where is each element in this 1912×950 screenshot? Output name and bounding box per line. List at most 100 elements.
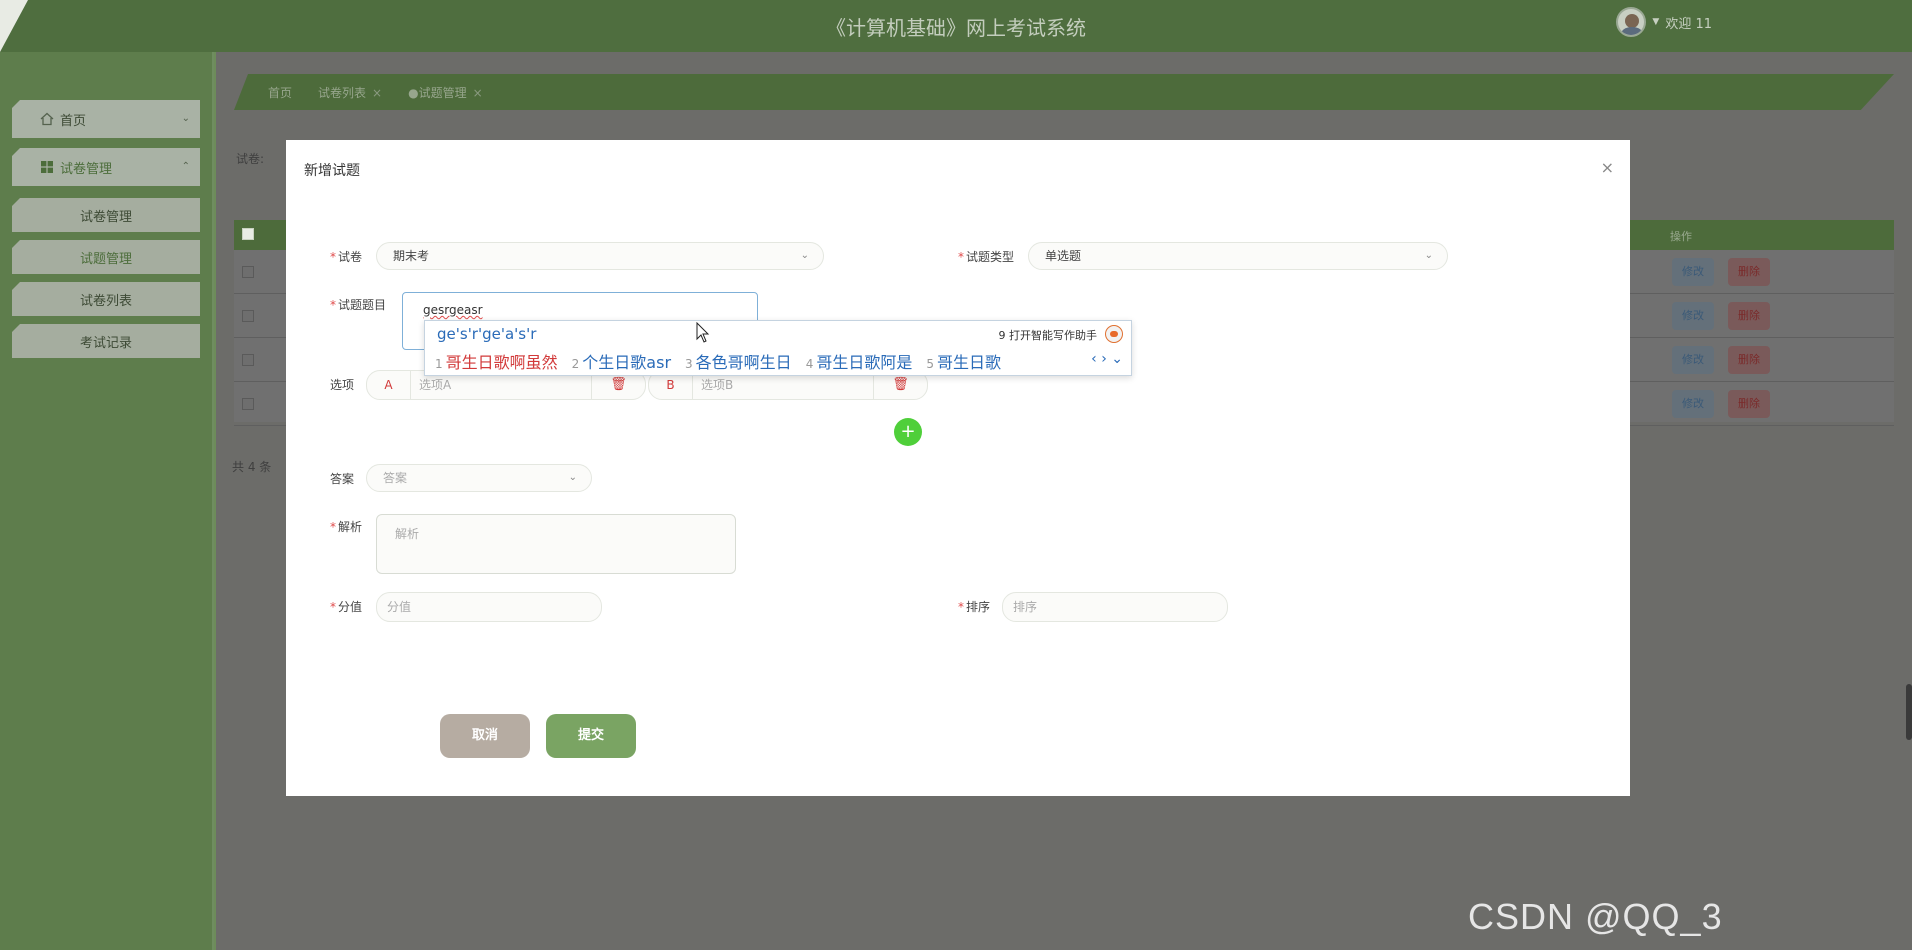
sidebar-subitem-paper-management[interactable]: 试卷管理 [12, 198, 200, 232]
paper-label-text: 试卷 [338, 250, 363, 264]
sidebar: 首页 ⌄ 试卷管理 ⌃ 试卷管理 试题管理 试卷列表 考试记录 [0, 52, 214, 950]
chevron-down-icon: ⌄ [1424, 250, 1433, 261]
ime-candidate[interactable]: 4 哥生日歌阿是 [806, 349, 913, 373]
tab-label: 试卷列表 [318, 85, 367, 100]
sidebar-subitem-label: 试卷列表 [79, 293, 132, 309]
watermark: CSDN @QQ_3 [1468, 896, 1723, 937]
tab-bar: 首页 试卷列表 × ●试题管理 × [234, 74, 1894, 110]
required-mark: * [330, 600, 336, 614]
close-icon[interactable]: × [372, 86, 382, 100]
delete-button[interactable]: 删除 [1728, 258, 1770, 286]
add-option-button[interactable]: + [894, 418, 922, 446]
question-type-select[interactable]: 单选题 ⌄ [1028, 242, 1448, 270]
sidebar-item-paper-management[interactable]: 试卷管理 ⌃ [12, 148, 200, 186]
required-mark: * [958, 250, 964, 264]
sidebar-item-home[interactable]: 首页 ⌄ [12, 100, 200, 138]
analysis-placeholder: 解析 [395, 527, 420, 541]
candidate-text: 个生日歌asr [582, 353, 672, 372]
row-checkbox[interactable] [242, 266, 254, 278]
filter-label: 试卷: [236, 152, 265, 166]
sidebar-subitem-label: 试题管理 [79, 251, 132, 267]
select-all-checkbox[interactable] [242, 228, 254, 240]
analysis-textarea[interactable]: 解析 [376, 514, 736, 574]
close-icon[interactable]: × [473, 86, 483, 100]
ime-candidate[interactable]: 1 哥生日歌啊虽然 [435, 349, 558, 373]
candidate-text: 哥生日歌 [936, 353, 1001, 372]
chevron-down-icon: ⌄ [181, 113, 190, 124]
required-mark: * [330, 298, 336, 312]
candidate-number: 1 [435, 357, 443, 371]
sidebar-subitem-exam-records[interactable]: 考试记录 [12, 324, 200, 358]
score-label-text: 分值 [338, 600, 363, 614]
scrollbar[interactable] [1906, 684, 1912, 740]
option-a-letter: A [367, 371, 411, 399]
paper-select[interactable]: 期末考 ⌄ [376, 242, 824, 270]
question-title-label: * 试题题目 [330, 296, 386, 313]
question-type-label: * 试题类型 [958, 248, 1014, 265]
ime-candidate[interactable]: 5 哥生日歌 [926, 349, 1001, 373]
top-header: 《计算机基础》网上考试系统 ▼ 欢迎 11 [0, 0, 1912, 52]
answer-select[interactable]: 答案 ⌄ [366, 464, 592, 492]
candidate-text: 哥生日歌啊虽然 [445, 353, 558, 372]
question-type-label-text: 试题类型 [966, 250, 1015, 264]
paper-label: * 试卷 [330, 248, 362, 265]
row-checkbox[interactable] [242, 354, 254, 366]
ime-composition: ge's'r'ge'a's'r [437, 325, 537, 343]
delete-button[interactable]: 删除 [1728, 390, 1770, 418]
required-mark: * [330, 520, 336, 534]
ime-candidates: 1 哥生日歌啊虽然 2 个生日歌asr 3 各色哥啊生日 4 哥生日歌阿是 5 哥生日歌 [435, 349, 1001, 373]
candidate-number: 4 [805, 357, 814, 371]
score-input[interactable]: 分值 [376, 592, 602, 622]
edit-button[interactable]: 修改 [1672, 302, 1714, 330]
question-title-label-text: 试题题目 [338, 298, 387, 312]
ime-logo-icon[interactable] [1105, 325, 1123, 343]
paper-select-value: 期末考 [393, 249, 430, 263]
sidebar-subitem-question-management[interactable]: 试题管理 [12, 240, 200, 274]
chevron-up-icon: ⌃ [181, 161, 190, 172]
cancel-button[interactable]: 取消 [440, 714, 530, 758]
tab-home[interactable]: 首页 [268, 84, 292, 101]
delete-button[interactable]: 删除 [1728, 346, 1770, 374]
edit-button[interactable]: 修改 [1672, 258, 1714, 286]
answer-label: 答案 [330, 472, 355, 486]
ime-assistant-hint[interactable]: 9 打开智能写作助手 [999, 327, 1098, 343]
ime-page-nav[interactable]: ‹ › ⌄ [1091, 351, 1123, 367]
question-type-value: 单选题 [1045, 249, 1082, 263]
ime-candidate[interactable]: 2 个生日歌asr [572, 349, 671, 373]
edit-button[interactable]: 修改 [1672, 346, 1714, 374]
answer-placeholder: 答案 [383, 471, 408, 485]
tab-paper-list[interactable]: 试卷列表 × [318, 84, 382, 101]
delete-button[interactable]: 删除 [1728, 302, 1770, 330]
sidebar-subitem-paper-list[interactable]: 试卷列表 [12, 282, 200, 316]
avatar[interactable] [1616, 7, 1647, 37]
order-label-text: 排序 [966, 600, 991, 614]
order-input[interactable]: 排序 [1002, 592, 1228, 622]
chevron-down-icon: ⌄ [568, 472, 577, 483]
ime-candidate[interactable]: 3 各色哥啊生日 [685, 349, 792, 373]
user-menu[interactable]: ▼ 欢迎 11 [1616, 7, 1712, 37]
submit-button[interactable]: 提交 [546, 714, 636, 758]
home-icon [40, 112, 54, 126]
chevron-down-icon: ▼ [1652, 17, 1660, 27]
sidebar-item-label: 首页 [60, 113, 87, 129]
score-placeholder: 分值 [387, 600, 412, 614]
ime-candidate-popup: ge's'r'ge'a's'r 9 打开智能写作助手 1 哥生日歌啊虽然 2 个生日… [424, 320, 1132, 376]
candidate-text: 各色哥啊生日 [695, 353, 792, 372]
dialog-title: 新增试题 [304, 163, 360, 179]
grid-icon [41, 161, 53, 173]
sidebar-item-label: 试卷管理 [60, 161, 113, 177]
close-icon[interactable]: × [1601, 158, 1614, 177]
tab-question-management[interactable]: ●试题管理 × [408, 84, 483, 101]
chevron-down-icon: ⌄ [800, 250, 809, 261]
question-title-text: gesrgeasr [423, 303, 483, 317]
sidebar-subitem-label: 试卷管理 [79, 209, 132, 225]
order-label: * 排序 [958, 598, 990, 615]
edit-button[interactable]: 修改 [1672, 390, 1714, 418]
candidate-number: 2 [571, 357, 580, 371]
row-checkbox[interactable] [242, 310, 254, 322]
row-checkbox[interactable] [242, 398, 254, 410]
tab-label: 首页 [268, 85, 293, 100]
welcome-text: 欢迎 11 [1665, 16, 1712, 32]
analysis-label-text: 解析 [338, 520, 363, 534]
candidate-number: 3 [685, 357, 693, 371]
